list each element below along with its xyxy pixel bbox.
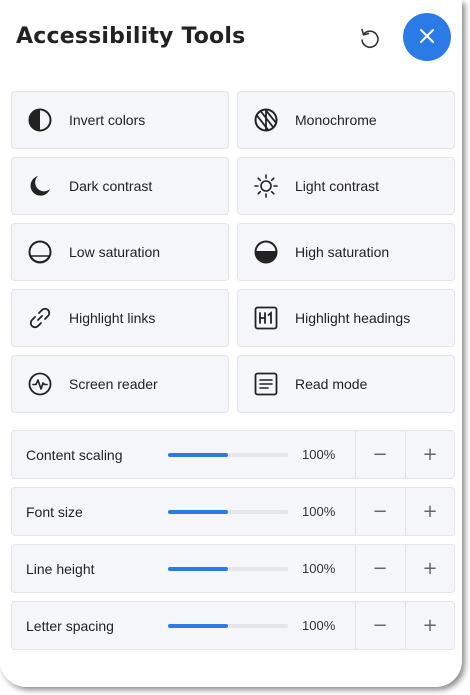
tool-highlight-links[interactable]: Highlight links xyxy=(11,289,229,347)
increase-button[interactable]: + xyxy=(405,431,454,478)
decrease-button[interactable]: − xyxy=(355,545,404,592)
slider-line-height: Line height 100% − + xyxy=(11,544,455,593)
increase-button[interactable]: + xyxy=(405,488,454,535)
decrease-button[interactable]: − xyxy=(355,602,404,649)
decrease-button[interactable]: − xyxy=(355,488,404,535)
tool-high-saturation[interactable]: High saturation xyxy=(237,223,455,281)
slider-font-size: Font size 100% − + xyxy=(11,487,455,536)
slider-label: Line height xyxy=(26,560,95,577)
link-icon xyxy=(26,304,54,332)
tool-highlight-headings[interactable]: Highlight headings xyxy=(237,289,455,347)
accessibility-panel: Accessibility Tools Invert colors Monoch… xyxy=(0,0,462,687)
tool-label: Screen reader xyxy=(69,376,158,392)
decrease-button[interactable]: − xyxy=(355,431,404,478)
panel-header: Accessibility Tools xyxy=(0,0,462,80)
close-button[interactable] xyxy=(403,13,451,61)
screen-reader-icon xyxy=(26,370,54,398)
slider-value: 100% xyxy=(302,561,336,576)
reset-button[interactable] xyxy=(354,23,384,53)
slider-value: 100% xyxy=(302,618,336,633)
slider-label: Content scaling xyxy=(26,446,123,463)
slider-fill xyxy=(168,510,228,514)
slider-track[interactable] xyxy=(168,624,288,628)
increase-button[interactable]: + xyxy=(405,545,454,592)
slider-fill xyxy=(168,624,228,628)
invert-colors-icon xyxy=(26,106,54,134)
heading-icon xyxy=(252,304,280,332)
tool-low-saturation[interactable]: Low saturation xyxy=(11,223,229,281)
moon-icon xyxy=(26,172,54,200)
slider-label: Font size xyxy=(26,503,83,520)
reset-icon xyxy=(354,28,384,56)
slider-value: 100% xyxy=(302,504,336,519)
slider-track[interactable] xyxy=(168,453,288,457)
read-mode-icon xyxy=(252,370,280,398)
close-icon xyxy=(418,27,436,48)
increase-button[interactable]: + xyxy=(405,602,454,649)
slider-letter-spacing: Letter spacing 100% − + xyxy=(11,601,455,650)
tool-label: High saturation xyxy=(295,244,390,260)
tool-label: Dark contrast xyxy=(69,178,153,194)
low-saturation-icon xyxy=(26,238,54,266)
slider-label: Letter spacing xyxy=(26,617,114,634)
tool-monochrome[interactable]: Monochrome xyxy=(237,91,455,149)
panel-title: Accessibility Tools xyxy=(16,24,246,49)
tool-label: Highlight headings xyxy=(295,310,411,326)
tools-grid: Invert colors Monochrome Dark contrast L… xyxy=(11,91,455,413)
monochrome-icon xyxy=(252,106,280,134)
tool-dark-contrast[interactable]: Dark contrast xyxy=(11,157,229,215)
tool-label: Highlight links xyxy=(69,310,156,326)
tool-light-contrast[interactable]: Light contrast xyxy=(237,157,455,215)
tool-label: Low saturation xyxy=(69,244,161,260)
slider-fill xyxy=(168,453,228,457)
tool-label: Invert colors xyxy=(69,112,146,128)
tool-label: Light contrast xyxy=(295,178,380,194)
slider-fill xyxy=(168,567,228,571)
tool-label: Read mode xyxy=(295,376,368,392)
high-saturation-icon xyxy=(252,238,280,266)
tool-screen-reader[interactable]: Screen reader xyxy=(11,355,229,413)
slider-content-scaling: Content scaling 100% − + xyxy=(11,430,455,479)
sun-icon xyxy=(252,172,280,200)
tool-label: Monochrome xyxy=(295,112,377,128)
slider-track[interactable] xyxy=(168,510,288,514)
adjustment-sliders: Content scaling 100% − + Font size 100% … xyxy=(11,430,455,658)
tool-invert-colors[interactable]: Invert colors xyxy=(11,91,229,149)
slider-track[interactable] xyxy=(168,567,288,571)
tool-read-mode[interactable]: Read mode xyxy=(237,355,455,413)
slider-value: 100% xyxy=(302,447,336,462)
